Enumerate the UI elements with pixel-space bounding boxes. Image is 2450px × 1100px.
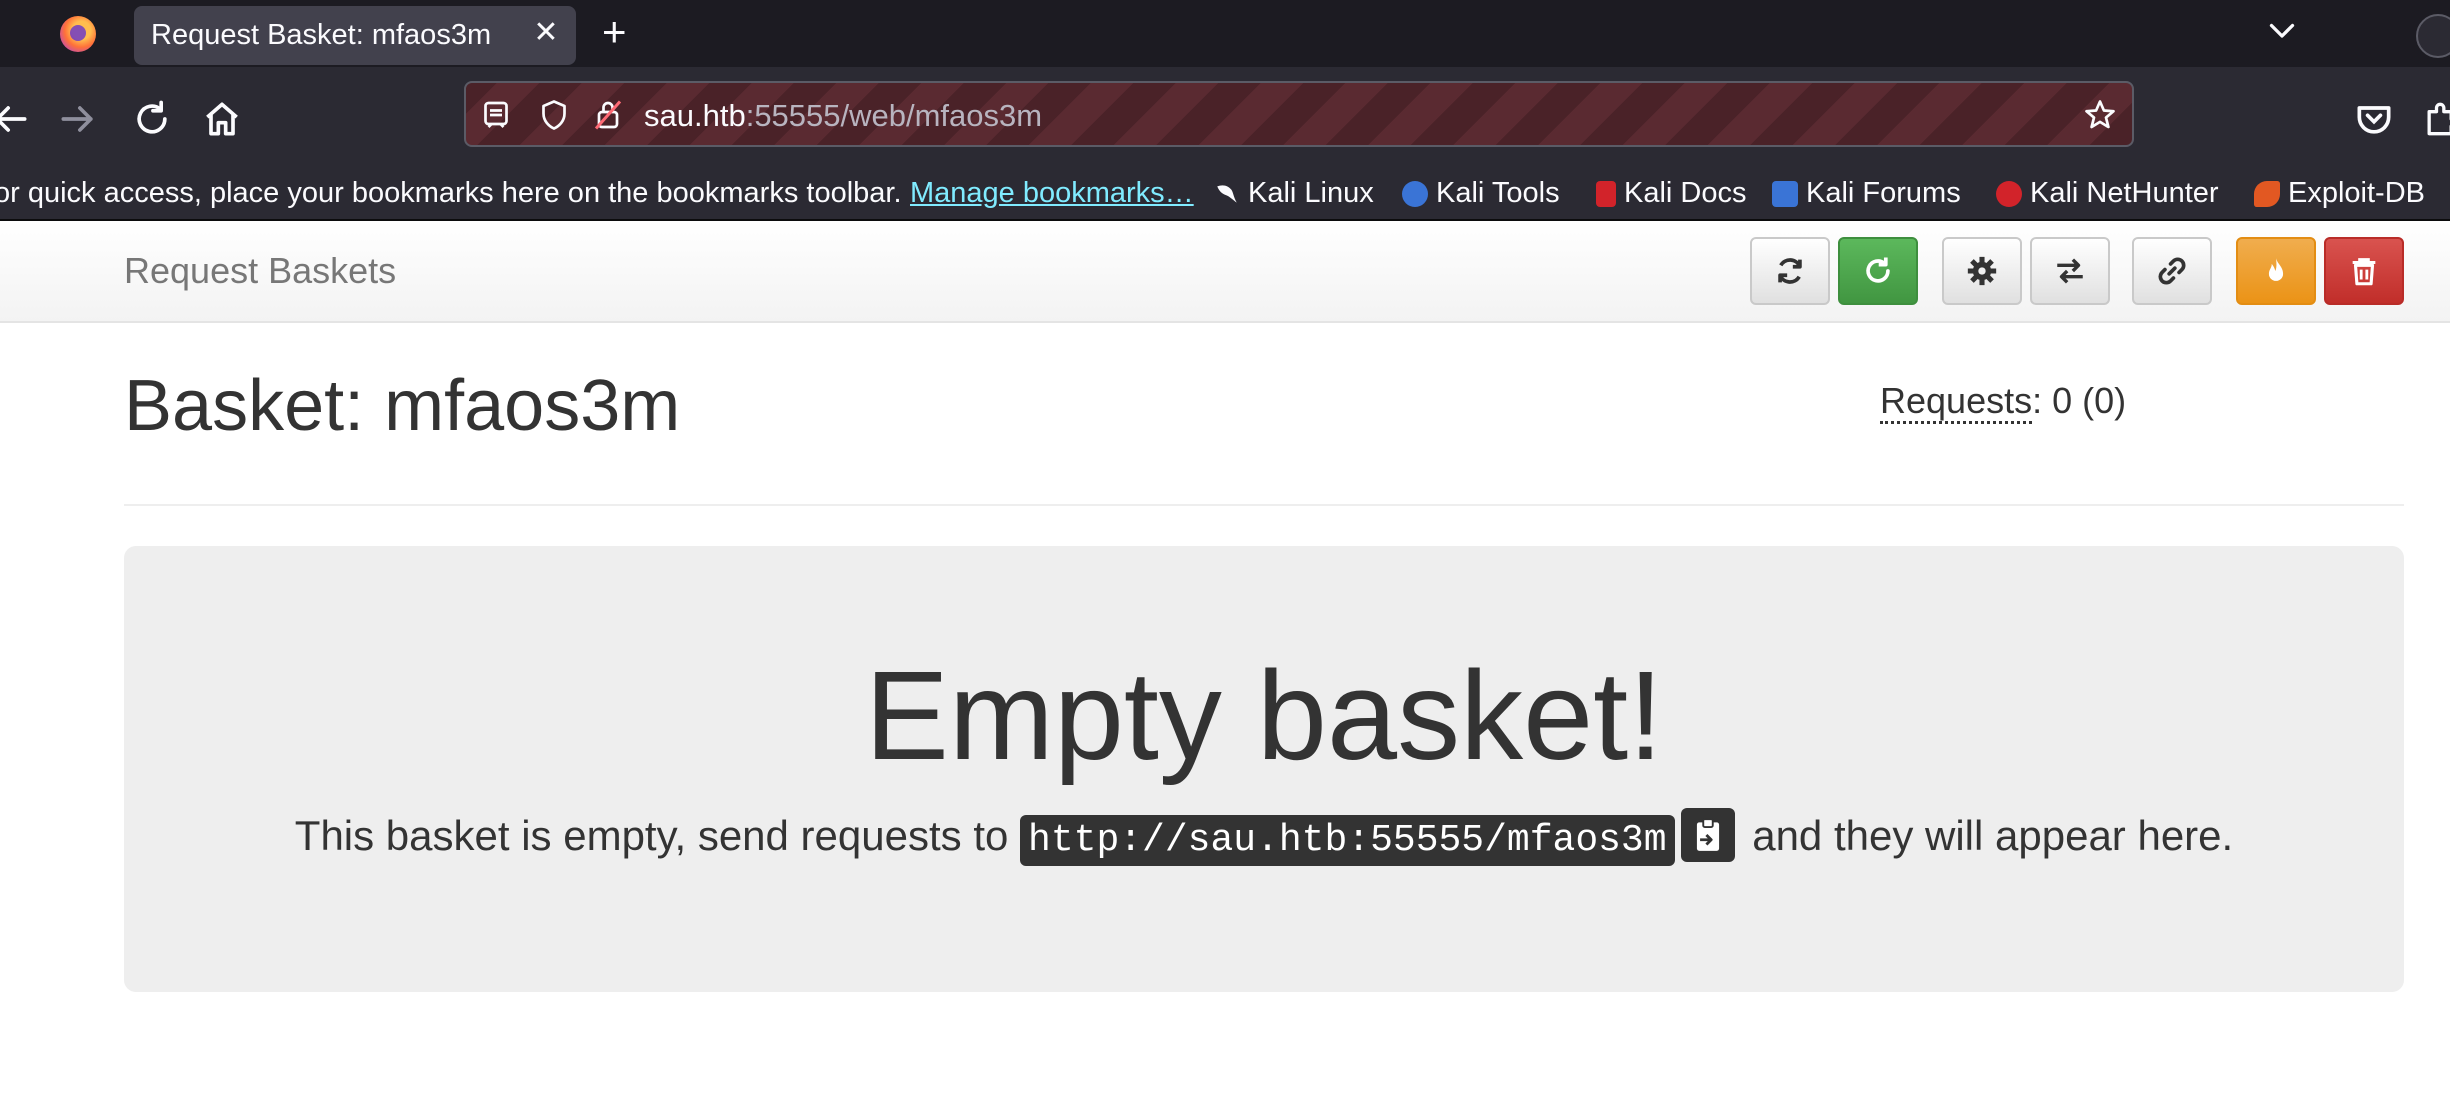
app-brand[interactable]: Request Baskets bbox=[124, 250, 396, 292]
divider bbox=[124, 504, 2404, 506]
refresh-button[interactable] bbox=[1750, 237, 1830, 305]
url-path: :55555/web/mfaos3m bbox=[745, 98, 1043, 133]
exchange-icon bbox=[2057, 258, 2083, 284]
exploit-db-icon bbox=[2254, 181, 2280, 207]
settings-button[interactable] bbox=[1942, 237, 2022, 305]
gear-icon bbox=[1967, 256, 1997, 286]
refresh-icon bbox=[1778, 258, 1802, 284]
bookmark-label: Kali Docs bbox=[1624, 177, 1747, 209]
pocket-icon[interactable] bbox=[2352, 97, 2396, 141]
kali-forums-icon bbox=[1772, 181, 1798, 207]
reader-view-icon[interactable] bbox=[478, 97, 514, 133]
share-link-button[interactable] bbox=[2132, 237, 2212, 305]
bookmark-label: Kali Forums bbox=[1806, 177, 1961, 209]
extensions-icon[interactable] bbox=[2420, 97, 2450, 141]
browser-tab-strip: Request Basket: mfaos3m ✕ + bbox=[0, 0, 2450, 67]
bookmark-star-icon[interactable] bbox=[2082, 97, 2118, 133]
empty-basket-heading: Empty basket! bbox=[864, 645, 1664, 786]
reload-icon[interactable] bbox=[130, 97, 174, 141]
copy-url-button[interactable] bbox=[1680, 808, 1735, 862]
bookmark-exploit-db[interactable]: Exploit-DB bbox=[2254, 177, 2425, 210]
bookmark-kali-nethunter[interactable]: Kali NetHunter bbox=[1996, 177, 2219, 210]
bookmark-label: Kali Linux bbox=[1248, 177, 1374, 209]
firefox-logo-icon[interactable] bbox=[60, 16, 96, 52]
basket-url[interactable]: http://sau.htb:55555/mfaos3m bbox=[1020, 815, 1675, 866]
kali-docs-icon bbox=[1596, 181, 1616, 207]
insecure-lock-icon[interactable] bbox=[590, 97, 626, 133]
auto-refresh-button[interactable] bbox=[1838, 237, 1918, 305]
bookmark-label: Exploit-DB bbox=[2288, 177, 2425, 209]
app-navbar: Request Baskets bbox=[0, 221, 2450, 323]
requests-label: Requests bbox=[1880, 380, 2033, 424]
kali-nethunter-icon bbox=[1996, 181, 2022, 207]
bookmark-kali-docs[interactable]: Kali Docs bbox=[1596, 177, 1747, 210]
empty-basket-panel: Empty basket! This basket is empty, send… bbox=[124, 546, 2404, 992]
url-host: sau.htb bbox=[644, 98, 746, 133]
kali-dragon-icon bbox=[1214, 181, 1240, 207]
responses-button[interactable] bbox=[2030, 237, 2110, 305]
back-arrow-icon[interactable] bbox=[0, 97, 32, 141]
address-bar[interactable]: sau.htb:55555/web/mfaos3m bbox=[464, 81, 2134, 147]
forward-arrow-icon[interactable] bbox=[56, 97, 100, 141]
bookmark-kali-forums[interactable]: Kali Forums bbox=[1772, 177, 1961, 210]
message-text-before: This basket is empty, send requests to bbox=[294, 812, 1009, 859]
bookmarks-hint: or quick access, place your bookmarks he… bbox=[0, 177, 902, 209]
bookmark-label: Kali NetHunter bbox=[2030, 177, 2219, 209]
home-icon[interactable] bbox=[200, 97, 244, 141]
bookmarks-toolbar: or quick access, place your bookmarks he… bbox=[0, 167, 2450, 221]
tab-title: Request Basket: mfaos3m bbox=[151, 19, 492, 51]
account-icon[interactable] bbox=[2416, 14, 2450, 58]
browser-tab-active[interactable]: Request Basket: mfaos3m ✕ bbox=[134, 6, 576, 65]
chevron-down-icon[interactable] bbox=[2264, 12, 2300, 48]
manage-bookmarks-link[interactable]: Manage bookmarks… bbox=[910, 177, 1194, 210]
new-tab-button[interactable]: + bbox=[602, 9, 627, 55]
basket-title: Basket: mfaos3m bbox=[124, 366, 681, 446]
clipboard-icon bbox=[1696, 818, 1719, 851]
requests-count: : 0 (0) bbox=[2032, 380, 2127, 421]
url-text[interactable]: sau.htb:55555/web/mfaos3m bbox=[644, 98, 1042, 134]
browser-nav-bar: sau.htb:55555/web/mfaos3m bbox=[0, 67, 2450, 167]
fire-icon bbox=[2268, 258, 2284, 281]
message-text-after: and they will appear here. bbox=[1752, 812, 2234, 859]
bookmark-label: Kali Tools bbox=[1436, 177, 1560, 209]
empty-basket-message: This basket is empty, send requests to h… bbox=[124, 808, 2404, 866]
tab-close-icon[interactable]: ✕ bbox=[530, 15, 562, 50]
clear-basket-button[interactable] bbox=[2236, 237, 2316, 305]
shield-icon[interactable] bbox=[536, 97, 572, 133]
requests-counter: Requests: 0 (0) bbox=[1880, 380, 2127, 424]
link-icon bbox=[2158, 257, 2186, 285]
delete-basket-button[interactable] bbox=[2324, 237, 2404, 305]
trash-icon bbox=[2352, 258, 2376, 286]
bookmark-kali-tools[interactable]: Kali Tools bbox=[1402, 177, 1560, 210]
auto-refresh-icon bbox=[1866, 257, 1890, 283]
kali-tools-icon bbox=[1402, 181, 1428, 207]
bookmark-kali-linux[interactable]: Kali Linux bbox=[1214, 177, 1374, 210]
